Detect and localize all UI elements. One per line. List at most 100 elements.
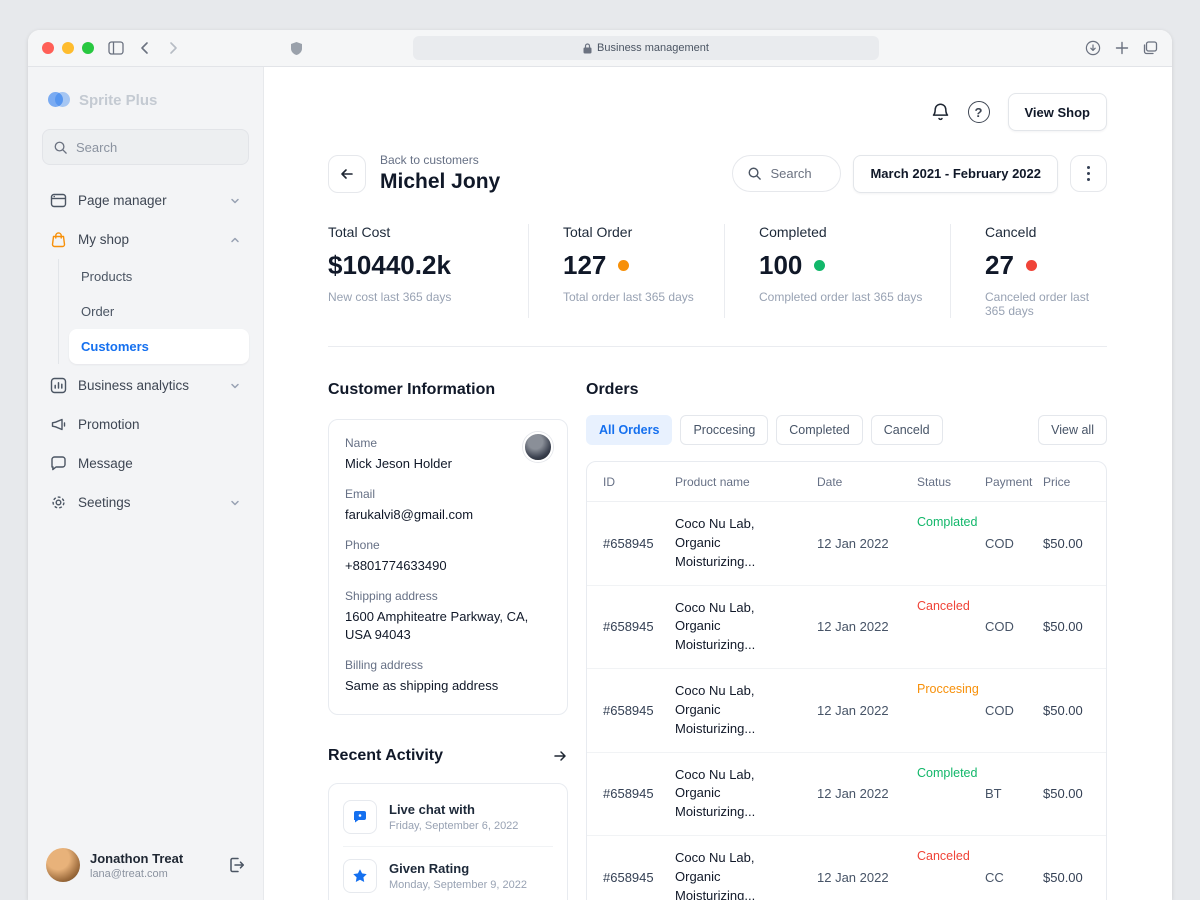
more-options-button[interactable] bbox=[1070, 155, 1107, 192]
minimize-window-button[interactable] bbox=[62, 42, 74, 54]
avatar bbox=[46, 848, 80, 882]
page-title: Michel Jony bbox=[380, 170, 500, 194]
user-profile[interactable]: Jonathon Treat lana@treat.com bbox=[42, 838, 249, 886]
sidebar-item-business-analytics[interactable]: Business analytics bbox=[42, 366, 249, 405]
table-row[interactable]: #658945 Coco Nu Lab, Organic Moisturizin… bbox=[587, 836, 1106, 900]
stat-sub: Canceled order last 365 days bbox=[985, 290, 1097, 318]
cell-id: #658945 bbox=[603, 703, 675, 718]
header-search-input[interactable] bbox=[770, 166, 826, 181]
activity-item-live-chat[interactable]: Live chat with Friday, September 6, 2022 bbox=[343, 788, 553, 846]
cell-status: Proccesing bbox=[917, 682, 985, 696]
field-label: Email bbox=[345, 487, 551, 501]
sidebar-item-products[interactable]: Products bbox=[69, 259, 249, 294]
cell-date: 12 Jan 2022 bbox=[817, 536, 917, 551]
stat-canceled: Canceld 27 Canceled order last 365 days bbox=[950, 224, 1107, 318]
sidebar-item-label: Message bbox=[78, 456, 133, 471]
cell-date: 12 Jan 2022 bbox=[817, 870, 917, 885]
logout-icon[interactable] bbox=[227, 856, 245, 874]
sidebar-item-order[interactable]: Order bbox=[69, 294, 249, 329]
sidebar-item-customers[interactable]: Customers bbox=[69, 329, 249, 364]
help-icon[interactable]: ? bbox=[968, 101, 990, 123]
table-row[interactable]: #658945 Coco Nu Lab, Organic Moisturizin… bbox=[587, 753, 1106, 837]
field-value: 1600 Amphiteatre Parkway, CA, USA 94043 bbox=[345, 608, 551, 646]
field-value: +8801774633490 bbox=[345, 557, 551, 576]
stat-label: Total Cost bbox=[328, 224, 518, 240]
cell-price: $50.00 bbox=[1043, 786, 1090, 801]
tab-processing[interactable]: Proccesing bbox=[680, 415, 768, 445]
sidebar-search-input[interactable] bbox=[76, 140, 238, 155]
tab-all-orders[interactable]: All Orders bbox=[586, 415, 672, 445]
green-dot bbox=[814, 260, 825, 271]
sidebar-item-settings[interactable]: Seetings bbox=[42, 483, 249, 522]
window-controls[interactable] bbox=[42, 42, 94, 54]
shop-bag-icon bbox=[50, 231, 67, 248]
activity-title: Given Rating bbox=[389, 861, 527, 876]
tab-canceled[interactable]: Canceld bbox=[871, 415, 943, 445]
back-button[interactable] bbox=[328, 155, 366, 193]
cell-date: 12 Jan 2022 bbox=[817, 786, 917, 801]
field-label: Phone bbox=[345, 538, 551, 552]
tab-overview-icon[interactable] bbox=[1143, 41, 1158, 55]
sidebar-search[interactable] bbox=[42, 129, 249, 165]
cell-payment: BT bbox=[985, 786, 1043, 801]
cell-product: Coco Nu Lab, Organic Moisturizing... bbox=[675, 849, 817, 900]
address-bar[interactable]: Business management bbox=[413, 36, 879, 60]
date-range-button[interactable]: March 2021 - February 2022 bbox=[853, 155, 1058, 193]
col-product: Product name bbox=[675, 475, 817, 489]
sidebar-item-page-manager[interactable]: Page manager bbox=[42, 181, 249, 220]
main-content: ? View Shop Back to customers Michel Jon… bbox=[264, 67, 1172, 900]
chevron-down-icon bbox=[229, 195, 241, 207]
recent-activity-title: Recent Activity bbox=[328, 747, 443, 765]
table-row[interactable]: #658945 Coco Nu Lab, Organic Moisturizin… bbox=[587, 502, 1106, 586]
cell-id: #658945 bbox=[603, 870, 675, 885]
header-search[interactable] bbox=[732, 155, 841, 192]
view-all-button[interactable]: View all bbox=[1038, 415, 1107, 445]
table-row[interactable]: #658945 Coco Nu Lab, Organic Moisturizin… bbox=[587, 586, 1106, 670]
downloads-icon[interactable] bbox=[1085, 40, 1101, 56]
arrow-right-icon[interactable] bbox=[552, 748, 568, 764]
breadcrumb[interactable]: Back to customers bbox=[380, 153, 500, 167]
activity-item-rating[interactable]: Given Rating Monday, September 9, 2022 bbox=[343, 846, 553, 900]
page-manager-icon bbox=[50, 192, 67, 209]
sidebar-item-my-shop[interactable]: My shop bbox=[42, 220, 249, 259]
maximize-window-button[interactable] bbox=[82, 42, 94, 54]
cell-payment: COD bbox=[985, 536, 1043, 551]
orders-title: Orders bbox=[586, 381, 1107, 399]
sidebar-item-promotion[interactable]: Promotion bbox=[42, 405, 249, 444]
stat-value: $10440.2k bbox=[328, 250, 451, 281]
cell-status: Canceled bbox=[917, 849, 985, 863]
sidebar-item-label: Page manager bbox=[78, 193, 167, 208]
address-text: Business management bbox=[597, 42, 709, 54]
stat-value: 100 bbox=[759, 250, 802, 281]
close-window-button[interactable] bbox=[42, 42, 54, 54]
cell-price: $50.00 bbox=[1043, 619, 1090, 634]
cell-status: Completed bbox=[917, 766, 985, 780]
back-nav-icon[interactable] bbox=[138, 41, 152, 55]
field-value: farukalvi8@gmail.com bbox=[345, 506, 551, 525]
stat-total-order: Total Order 127 Total order last 365 day… bbox=[528, 224, 724, 318]
cell-product: Coco Nu Lab, Organic Moisturizing... bbox=[675, 599, 817, 656]
recent-activity-card: Live chat with Friday, September 6, 2022… bbox=[328, 783, 568, 900]
cell-payment: COD bbox=[985, 619, 1043, 634]
customer-info-title: Customer Information bbox=[328, 381, 568, 399]
new-tab-icon[interactable] bbox=[1115, 41, 1129, 55]
field-value: Mick Jeson Holder bbox=[345, 455, 551, 474]
bell-icon[interactable] bbox=[931, 102, 950, 122]
message-icon bbox=[50, 455, 67, 472]
logo-icon bbox=[48, 89, 70, 111]
sidebar-toggle-icon[interactable] bbox=[108, 41, 124, 55]
search-icon bbox=[747, 166, 762, 181]
view-shop-button[interactable]: View Shop bbox=[1008, 93, 1108, 131]
tab-completed[interactable]: Completed bbox=[776, 415, 862, 445]
forward-nav-icon[interactable] bbox=[166, 41, 180, 55]
col-status: Status bbox=[917, 475, 985, 489]
cell-price: $50.00 bbox=[1043, 703, 1090, 718]
cell-payment: COD bbox=[985, 703, 1043, 718]
search-icon bbox=[53, 140, 68, 155]
sidebar-item-label: Promotion bbox=[78, 417, 140, 432]
stat-sub: Completed order last 365 days bbox=[759, 290, 940, 304]
sidebar-item-label: Business analytics bbox=[78, 378, 189, 393]
sidebar-item-message[interactable]: Message bbox=[42, 444, 249, 483]
table-row[interactable]: #658945 Coco Nu Lab, Organic Moisturizin… bbox=[587, 669, 1106, 753]
chevron-down-icon bbox=[229, 497, 241, 509]
